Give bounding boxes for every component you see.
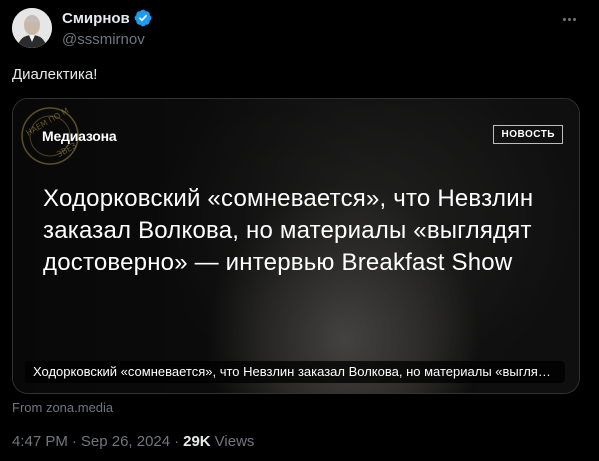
profile-avatar[interactable] <box>12 8 52 48</box>
meta-separator: · <box>71 433 77 450</box>
card-category-badge: НОВОСТЬ <box>493 125 563 144</box>
card-source-link[interactable]: From zona.media <box>12 400 113 415</box>
author-display-name[interactable]: Смирнов <box>62 10 130 27</box>
link-card[interactable]: НАЕМ ПО М ЗВЕЗ Медиазона НОВОСТЬ Ходорко… <box>12 98 580 394</box>
more-options-icon[interactable] <box>559 12 579 26</box>
card-title-caption: Ходорковский «сомневается», что Невзлин … <box>25 361 565 383</box>
tweet-text: Диалектика! <box>12 66 98 83</box>
card-headline: Ходорковский «сомневается», что Невзлин … <box>43 185 534 276</box>
tweet-time[interactable]: 4:47 PM <box>12 433 68 450</box>
card-brand-logo: Медиазона <box>42 128 117 144</box>
views-count: 29K <box>183 433 211 450</box>
meta-separator: · <box>174 433 180 450</box>
author-handle[interactable]: @sssmirnov <box>62 31 145 48</box>
verified-badge-icon <box>134 9 152 27</box>
tweet-meta: 4:47 PM · Sep 26, 2024 · 29K Views <box>12 433 254 450</box>
author-name-row: Смирнов <box>62 9 152 27</box>
tweet-date[interactable]: Sep 26, 2024 <box>81 433 170 450</box>
views-label: Views <box>214 433 255 450</box>
avatar-image <box>12 8 52 48</box>
